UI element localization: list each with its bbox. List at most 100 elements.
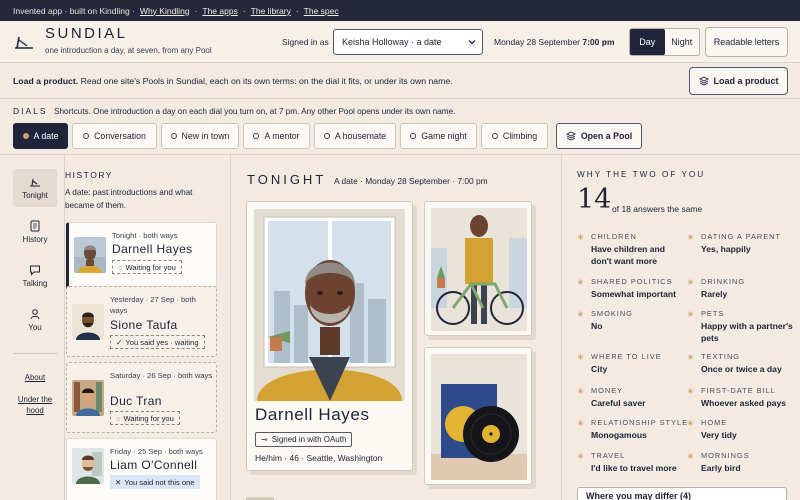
load-product-text: Load a product. Read one site's Pools in… <box>13 76 453 86</box>
match-count-label: of 18 answers the same <box>612 204 703 214</box>
history-title: HISTORY <box>65 170 113 180</box>
answer-key: Travel <box>591 451 626 460</box>
dial-conversation[interactable]: Conversation <box>72 123 157 149</box>
nav-you[interactable]: You <box>13 301 57 339</box>
left-nav: Tonight History Talking You About Under … <box>0 155 64 500</box>
profile-photo <box>254 209 405 401</box>
profile-info: He/him · 46 · Seattle, Washington <box>255 453 383 463</box>
dial-game-night[interactable]: Game night <box>400 123 477 149</box>
answer-key: Texting <box>701 352 741 361</box>
divider <box>0 154 800 155</box>
status-badge: ✕ You said not this one <box>110 475 200 489</box>
check-icon: ✓ <box>116 337 123 347</box>
sun-icon: ✳ <box>577 353 584 362</box>
avatar <box>72 448 104 484</box>
sun-icon: ✳ <box>687 452 694 461</box>
sun-icon: ✳ <box>577 452 584 461</box>
why-title: WHY THE TWO OF YOU <box>577 170 706 179</box>
status-badge: ◌ Waiting for you <box>112 260 182 274</box>
document-icon <box>30 220 40 232</box>
answer-value: Early bird <box>701 463 741 473</box>
app-header: SUNDIAL one introduction a day, at seven… <box>0 21 800 63</box>
introduction-card[interactable]: Darnell Hayes ⊸ Signed in with OAuth He/h… <box>246 201 413 471</box>
nav-tonight[interactable]: Tonight <box>13 169 57 207</box>
dial-a-housemate[interactable]: A housemate <box>314 123 396 149</box>
history-item[interactable]: Yesterday · 27 Sep · both ways Sione Tau… <box>66 286 217 357</box>
history-item[interactable]: Saturday · 26 Sep · both ways Duc Tran ◌… <box>66 362 217 433</box>
dial-a-mentor[interactable]: A mentor <box>243 123 310 149</box>
signed-in-select[interactable]: Keisha Holloway · a date <box>333 29 483 55</box>
open-a-pool-button[interactable]: Open a Pool <box>556 123 642 149</box>
readable-letters-button[interactable]: Readable letters <box>705 27 788 57</box>
sun-icon: ✳ <box>577 387 584 396</box>
history-item[interactable]: Friday · 25 Sep · both ways Liam O'Conne… <box>66 438 217 500</box>
mode-night-button[interactable]: Night <box>665 29 700 55</box>
answer-key: Drinking <box>701 277 746 286</box>
load-product-button[interactable]: Load a product <box>689 67 788 95</box>
answer-value: Very tidy <box>701 430 737 440</box>
nav-history[interactable]: History <box>13 213 57 251</box>
dials-description: Shortcuts. One introduction a day on eac… <box>54 107 456 116</box>
answer-key: First-date bill <box>701 386 776 395</box>
oauth-badge: ⊸ Signed in with OAuth <box>255 432 353 447</box>
clock-icon: ◌ <box>118 262 123 272</box>
history-meta: Friday · 25 Sep · both ways <box>110 447 203 456</box>
link-why-kindling[interactable]: Why Kindling <box>140 6 190 16</box>
history-item[interactable]: Tonight · both ways Darnell Hayes ◌ Waiti… <box>66 222 217 293</box>
link-the-library[interactable]: The library <box>251 6 291 16</box>
chevron-down-icon <box>468 40 476 45</box>
history-name: Liam O'Connell <box>110 458 198 472</box>
avatar <box>72 304 104 340</box>
dial-a-date[interactable]: A date <box>13 123 68 149</box>
link-the-spec[interactable]: The spec <box>304 6 339 16</box>
answer-key: Dating a parent <box>701 232 782 241</box>
mode-day-button[interactable]: Day <box>630 29 665 55</box>
answer-value: Careful saver <box>591 398 646 408</box>
history-name: Darnell Hayes <box>112 242 193 256</box>
layers-icon <box>698 76 709 86</box>
answer-value: No <box>591 321 603 331</box>
clock-icon: ◌ <box>116 413 121 423</box>
avatar <box>74 237 106 273</box>
bicycle-photo <box>431 208 527 331</box>
signed-in-label: Signed in as <box>282 37 329 47</box>
load-product-bar: Load a product. Read one site's Pools in… <box>0 63 800 99</box>
sundial-icon <box>30 178 40 187</box>
profile-photo-record[interactable] <box>424 347 532 485</box>
vinyl-record-photo <box>431 354 527 480</box>
sun-icon: ✳ <box>577 233 584 242</box>
link-the-apps[interactable]: The apps <box>202 6 237 16</box>
brand-tagline: one introduction a day, at seven, from a… <box>45 46 212 55</box>
answer-value: Happy with a partner's pets <box>701 321 793 343</box>
history-description: A date: past introductions and what beca… <box>65 188 193 210</box>
profile-photo-bicycle[interactable] <box>424 201 532 336</box>
sun-icon: ✳ <box>687 310 694 319</box>
person-icon <box>30 309 40 320</box>
answer-value: Have children and don't want more <box>591 244 666 266</box>
under-the-hood-link[interactable]: Under the hood <box>13 394 57 416</box>
differ-panel[interactable]: Where you may differ (4) <box>577 487 787 500</box>
answer-key: Smoking <box>591 309 633 318</box>
dial-climbing[interactable]: Climbing <box>481 123 548 149</box>
nav-talking[interactable]: Talking <box>13 257 57 295</box>
answer-value: Whoever asked pays <box>701 398 787 408</box>
status-badge: ✓ You said yes · waiting <box>110 335 205 349</box>
current-datetime: Monday 28 September 7:00 pm <box>494 37 615 47</box>
answer-value: City <box>591 364 608 374</box>
sun-icon: ✳ <box>577 310 584 319</box>
sun-icon: ✳ <box>687 233 694 242</box>
answer-value: Once or twice a day <box>701 364 782 374</box>
sun-icon: ✳ <box>687 387 694 396</box>
dial-new-in-town[interactable]: New in town <box>161 123 239 149</box>
answer-key: Pets <box>701 309 725 318</box>
tonight-meta: A date · Monday 28 September · 7:00 pm <box>334 176 488 186</box>
day-night-toggle[interactable]: Day Night <box>629 28 700 56</box>
about-link[interactable]: About <box>13 372 57 383</box>
status-badge: ◌ Waiting for you <box>110 411 180 425</box>
history-meta: Saturday · 26 Sep · both ways <box>110 371 213 380</box>
tonight-title: TONIGHT <box>247 172 327 187</box>
answer-key: Home <box>701 418 728 427</box>
answer-value: I'd like to travel more <box>591 463 677 473</box>
answer-value: Yes, happily <box>701 244 751 254</box>
sun-icon: ✳ <box>687 278 694 287</box>
